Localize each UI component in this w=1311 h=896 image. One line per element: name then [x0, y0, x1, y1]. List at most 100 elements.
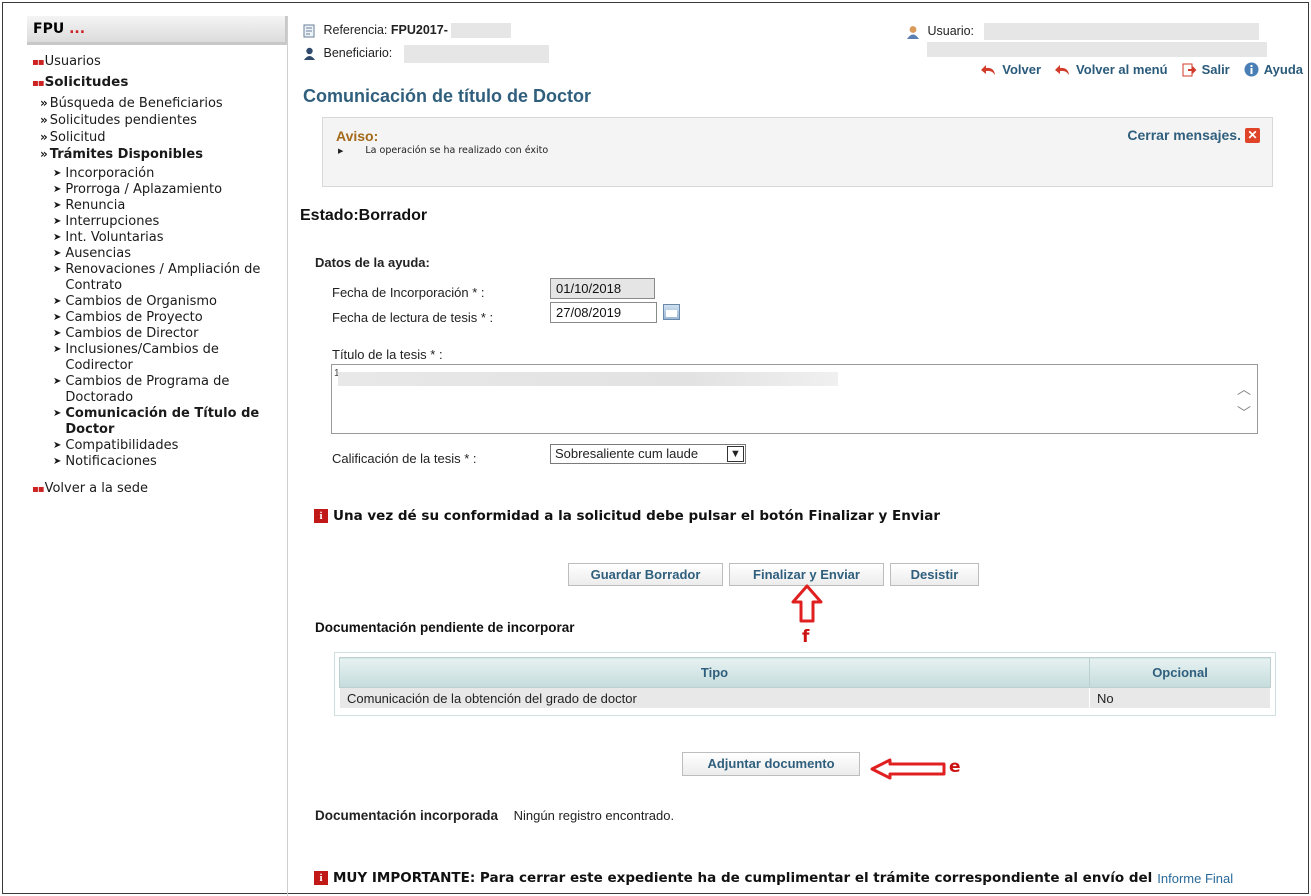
redacted-block: [451, 23, 512, 39]
arrow-bullet-icon: ➤: [53, 264, 62, 275]
sidebar-item-solicitud[interactable]: » Solicitud: [27, 129, 287, 146]
annotation-arrow-up-icon: [791, 584, 823, 623]
close-messages-link[interactable]: Cerrar mensajes. ✕: [1127, 127, 1260, 143]
notice-heading: Aviso:: [336, 128, 379, 144]
app-title-dots: ...: [69, 21, 86, 37]
sidebar-subitem-label: Int. Voluntarias: [65, 230, 164, 245]
table-row[interactable]: Comunicación de la obtención del grado d…: [339, 687, 1271, 709]
sidebar-subitem[interactable]: ➤ Incorporación: [27, 166, 287, 182]
arrow-bullet-icon: ➤: [53, 408, 62, 419]
arrow-bullet-icon: ➤: [53, 440, 62, 451]
sidebar-subitem[interactable]: ➤ Prorroga / Aplazamiento: [27, 182, 287, 198]
sidebar-subitem[interactable]: ➤ Cambios de Organismo: [27, 294, 287, 310]
sidebar-item-tramites[interactable]: » Trámites Disponibles: [27, 146, 287, 163]
sidebar-subitem-label: Renovaciones / Ampliación de Contrato: [65, 262, 261, 293]
close-icon: ✕: [1245, 127, 1260, 143]
arrow-bullet-icon: ➤: [53, 456, 62, 467]
bullet-icon: ▪▪: [32, 484, 45, 495]
arrow-bullet-icon: ➤: [53, 168, 62, 179]
fecha-lectura-field[interactable]: [550, 302, 657, 323]
redacted-block: [927, 42, 1267, 57]
redacted-block: [338, 372, 838, 386]
arrow-bullet-icon: ➤: [53, 184, 62, 195]
back-arrow-icon: [1055, 64, 1070, 75]
sidebar-subitem-label: Incorporación: [65, 166, 155, 181]
sidebar-subitem[interactable]: ➤ Comunicación de Título de Doctor: [27, 406, 287, 438]
estado-label: Estado:Borrador: [300, 207, 428, 224]
notice-message-row: ▶ La operación se ha realizado con éxito: [338, 145, 548, 156]
sidebar-subitem-label: Cambios de Programa de Doctorado: [65, 374, 230, 405]
fecha-incorporacion-field[interactable]: [550, 278, 655, 299]
sidebar-subitem[interactable]: ➤ Interrupciones: [27, 214, 287, 230]
sidebar-item-pendientes[interactable]: » Solicitudes pendientes: [27, 112, 287, 129]
top-links: Volver Volver al menú Salir Ayuda: [981, 62, 1303, 77]
info-icon: [1244, 62, 1259, 77]
referencia-value: FPU2017-: [390, 23, 448, 37]
sidebar: FPU ... ▪▪Usuarios ▪▪Solicitudes » Búsque…: [27, 16, 288, 896]
arrow-bullet-icon: ➤: [53, 376, 62, 387]
sidebar-item-usuarios[interactable]: ▪▪Usuarios: [27, 53, 287, 72]
finalizar-enviar-button[interactable]: Finalizar y Enviar: [729, 563, 884, 586]
user-icon: [907, 25, 919, 39]
sidebar-item-busqueda[interactable]: » Búsqueda de Beneficiarios: [27, 95, 287, 112]
cell-tipo: Comunicación de la obtención del grado d…: [339, 687, 1090, 709]
column-header-tipo: Tipo: [339, 657, 1090, 688]
calendar-icon[interactable]: [663, 304, 680, 320]
volver-menu-link[interactable]: Volver al menú: [1055, 62, 1168, 77]
important-message: i MUY IMPORTANTE: Para cerrar este exped…: [314, 870, 1233, 886]
sidebar-subitem-label: Notificaciones: [65, 454, 157, 469]
redacted-block: [983, 23, 1259, 40]
titulo-tesis-label: Título de la tesis * :: [332, 347, 443, 362]
beneficiario-label: Beneficiario:: [323, 46, 393, 61]
section-title: Datos de la ayuda:: [315, 255, 430, 270]
arrow-bullet-icon: ➤: [53, 232, 62, 243]
sidebar-subitem[interactable]: ➤ Cambios de Programa de Doctorado: [27, 374, 287, 406]
volver-link[interactable]: Volver: [981, 62, 1041, 77]
calificacion-select[interactable]: Sobresaliente cum laude ▼: [550, 444, 746, 464]
tramites-list: ➤ Incorporación ➤ Prorroga / Aplazamiento ➤ R…: [27, 166, 287, 470]
sidebar-subitem[interactable]: ➤ Cambios de Director: [27, 326, 287, 342]
redacted-block: [403, 45, 549, 63]
user-icon: [304, 47, 315, 60]
informe-final-link[interactable]: Informe Final: [1157, 871, 1233, 886]
back-arrow-icon: [981, 64, 996, 75]
titulo-tesis-field[interactable]: 1 ︿ ﹀: [331, 364, 1258, 434]
adjuntar-documento-button[interactable]: Adjuntar documento: [682, 752, 860, 776]
sidebar-item-solicitudes[interactable]: ▪▪Solicitudes: [27, 73, 287, 93]
bullet-icon: ▪▪: [32, 57, 45, 68]
sidebar-subitem[interactable]: ➤ Inclusiones/Cambios de Codirector: [27, 342, 287, 374]
sidebar-subitem-label: Comunicación de Título de Doctor: [65, 406, 260, 437]
arrow-bullet-icon: ➤: [53, 328, 62, 339]
ayuda-link[interactable]: Ayuda: [1244, 62, 1303, 77]
guardar-borrador-button[interactable]: Guardar Borrador: [568, 563, 723, 586]
sidebar-subitem[interactable]: ➤ Renuncia: [27, 198, 287, 214]
arrow-bullet-icon: ➤: [53, 200, 62, 211]
calificacion-value: Sobresaliente cum laude: [555, 446, 699, 461]
sidebar-subitem[interactable]: ➤ Cambios de Proyecto: [27, 310, 287, 326]
annotation-arrow-left-icon: [870, 758, 946, 780]
logout-icon: [1182, 63, 1196, 76]
info-icon: i: [314, 871, 328, 885]
referencia-label: Referencia:: [323, 23, 388, 37]
sidebar-item-volver-sede[interactable]: ▪▪Volver a la sede: [27, 480, 287, 499]
desistir-button[interactable]: Desistir: [890, 563, 979, 586]
salir-link[interactable]: Salir: [1182, 62, 1230, 77]
sidebar-subitem-label: Ausencias: [65, 246, 132, 261]
column-header-opcional: Opcional: [1089, 657, 1271, 688]
sidebar-subitem[interactable]: ➤ Renovaciones / Ampliación de Contrato: [27, 262, 287, 294]
double-chevron-icon: »: [40, 96, 48, 110]
fecha-lectura-label: Fecha de lectura de tesis * :: [332, 310, 494, 325]
triangle-bullet-icon: ▶: [338, 147, 344, 155]
sidebar-header: FPU ...: [27, 16, 287, 45]
sidebar-subitem[interactable]: ➤ Notificaciones: [27, 454, 287, 470]
sidebar-subitem[interactable]: ➤ Int. Voluntarias: [27, 230, 287, 246]
chevron-up-icon[interactable]: ︿: [1237, 379, 1251, 399]
sidebar-subitem-label: Prorroga / Aplazamiento: [65, 182, 223, 197]
app-title: FPU: [33, 21, 65, 37]
sidebar-subitem[interactable]: ➤ Ausencias: [27, 246, 287, 262]
notice-box: Aviso: ▶ La operación se ha realizado con…: [322, 117, 1273, 187]
chevron-down-icon[interactable]: ﹀: [1237, 403, 1251, 423]
pendiente-table: Tipo Opcional Comunicación de la obtenci…: [339, 657, 1271, 709]
annotation-label-f: f: [802, 627, 810, 647]
sidebar-subitem[interactable]: ➤ Compatibilidades: [27, 438, 287, 454]
